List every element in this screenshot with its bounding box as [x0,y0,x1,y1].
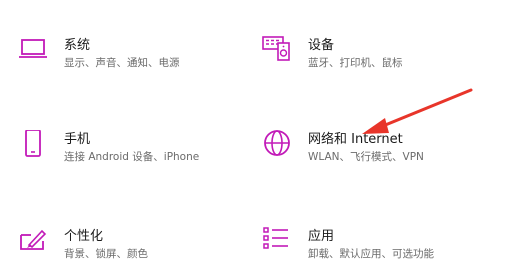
tile-title: 设备 [308,38,335,53]
tile-description: 显示、声音、通知、电源 [64,57,180,69]
settings-tile-devices[interactable]: 设备 蓝牙、打印机、鼠标 [262,36,462,80]
tile-title: 系统 [64,38,91,53]
settings-tile-system[interactable]: 系统 显示、声音、通知、电源 [18,36,218,80]
globe-icon [262,130,296,164]
settings-home: 系统 显示、声音、通知、电源 设备 蓝牙、打印机、鼠标 手机 连接 Androi… [0,0,509,276]
tile-title: 手机 [64,132,91,147]
tile-description: 卸载、默认应用、可选功能 [308,248,434,260]
keyboard-speaker-icon [262,36,296,70]
tile-description: 背景、锁屏、颜色 [64,248,148,260]
settings-tile-phone[interactable]: 手机 连接 Android 设备、iPhone [18,130,238,174]
settings-tile-personalization[interactable]: 个性化 背景、锁屏、颜色 [18,227,218,271]
apps-list-icon [262,227,296,261]
settings-tile-apps[interactable]: 应用 卸载、默认应用、可选功能 [262,227,482,271]
laptop-icon [18,36,52,70]
tile-title: 网络和 Internet [308,132,403,147]
tile-description: 连接 Android 设备、iPhone [64,151,200,163]
phone-icon [18,130,52,164]
tile-description: 蓝牙、打印机、鼠标 [308,57,403,69]
paint-brush-icon [18,227,52,261]
settings-tile-network[interactable]: 网络和 Internet WLAN、飞行模式、VPN [262,130,482,174]
tile-title: 个性化 [64,229,104,244]
tile-title: 应用 [308,229,335,244]
tile-description: WLAN、飞行模式、VPN [308,151,424,163]
